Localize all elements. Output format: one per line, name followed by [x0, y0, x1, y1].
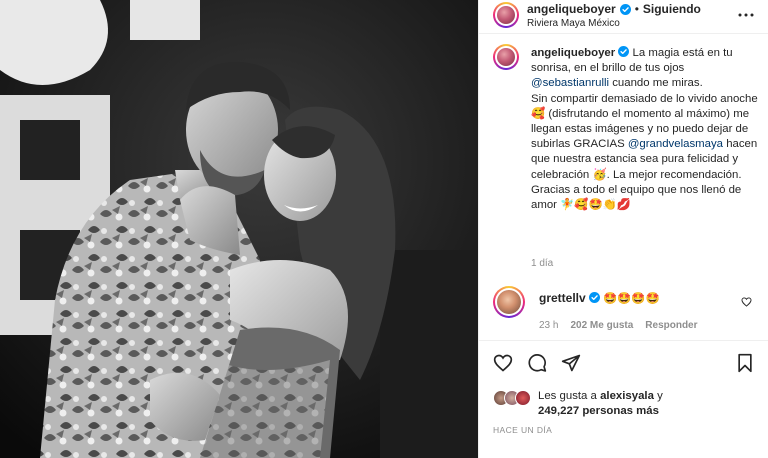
- comment-text: 🤩🤩🤩🤩: [603, 293, 660, 305]
- photo-couple-image: [0, 0, 478, 458]
- verified-badge-icon: [619, 3, 631, 15]
- heart-icon[interactable]: [493, 353, 513, 373]
- post-side-panel: angeliqueboyer • Siguiendo Riviera Maya …: [478, 0, 768, 458]
- post-photo[interactable]: [0, 0, 478, 458]
- comment: grettellv 🤩🤩🤩🤩: [539, 291, 660, 305]
- post-timestamp[interactable]: HACE UN DÍA: [493, 425, 552, 435]
- post-header: angeliqueboyer • Siguiendo Riviera Maya …: [479, 0, 768, 34]
- author-avatar-image: [497, 6, 515, 24]
- bookmark-icon[interactable]: [735, 353, 755, 373]
- post-location[interactable]: Riviera Maya México: [527, 18, 620, 29]
- post-actions: Les gusta a alexisyala y 249,227 persona…: [479, 340, 768, 458]
- caption-text: Sin compartir demasiado de lo vivido ano…: [531, 92, 758, 105]
- verified-badge-icon: [618, 46, 630, 57]
- verified-badge-icon: [588, 292, 600, 303]
- liker-username[interactable]: alexisyala: [600, 390, 654, 402]
- more-options-icon[interactable]: [737, 8, 755, 22]
- commenter-avatar[interactable]: [493, 286, 525, 318]
- mention-link[interactable]: @grandvelasmaya: [628, 138, 723, 150]
- caption-author-avatar-image: [497, 48, 515, 66]
- caption-username[interactable]: angeliqueboyer: [531, 47, 615, 59]
- caption-text: . La mejor recomendación.: [606, 168, 742, 181]
- author-avatar[interactable]: [493, 2, 519, 28]
- commenter-avatar-image: [497, 290, 521, 314]
- author-username[interactable]: angeliqueboyer: [527, 2, 616, 16]
- mention-link[interactable]: @sebastianrulli: [531, 77, 609, 89]
- emoji: 🥳: [592, 168, 607, 181]
- reply-button[interactable]: Responder: [645, 320, 697, 331]
- post-caption: angeliqueboyer La magia está en tu sonri…: [531, 46, 759, 213]
- caption-paragraph-3: Gracias a todo el equipo que nos llenó d…: [531, 183, 759, 213]
- emoji: 🥰: [531, 107, 546, 120]
- comment-meta: 23 h 202 Me gusta Responder: [539, 320, 698, 331]
- caption-paragraph-2: Sin compartir demasiado de lo vivido ano…: [531, 92, 759, 183]
- paper-plane-icon[interactable]: [561, 353, 581, 373]
- likes-count[interactable]: 249,227 personas más: [538, 405, 659, 417]
- separator-dot: •: [634, 2, 639, 16]
- comment-heart-icon[interactable]: [741, 297, 752, 307]
- caption-author-avatar[interactable]: [493, 44, 519, 70]
- liker-avatar[interactable]: [515, 390, 531, 406]
- likes-summary: Les gusta a alexisyala y 249,227 persona…: [493, 389, 663, 419]
- liker-avatars: [493, 390, 531, 406]
- caption-text: cuando me miras.: [612, 77, 703, 90]
- likes-joiner: y: [657, 390, 663, 402]
- caption-paragraph-1: angeliqueboyer La magia está en tu sonri…: [531, 46, 759, 92]
- likes-prefix: Les gusta a: [538, 390, 597, 402]
- emoji: 🧚🥰🤩👏💋: [560, 199, 632, 212]
- comment-icon[interactable]: [527, 353, 547, 373]
- post-viewer: angeliqueboyer • Siguiendo Riviera Maya …: [0, 0, 768, 458]
- caption-timestamp[interactable]: 1 día: [531, 258, 553, 269]
- comment-timestamp[interactable]: 23 h: [539, 320, 558, 331]
- header-user-row: angeliqueboyer • Siguiendo: [527, 2, 701, 16]
- commenter-username[interactable]: grettellv: [539, 291, 586, 305]
- comment-likes[interactable]: 202 Me gusta: [570, 320, 633, 331]
- following-button[interactable]: Siguiendo: [643, 2, 701, 16]
- likes-text: Les gusta a alexisyala y 249,227 persona…: [538, 389, 663, 419]
